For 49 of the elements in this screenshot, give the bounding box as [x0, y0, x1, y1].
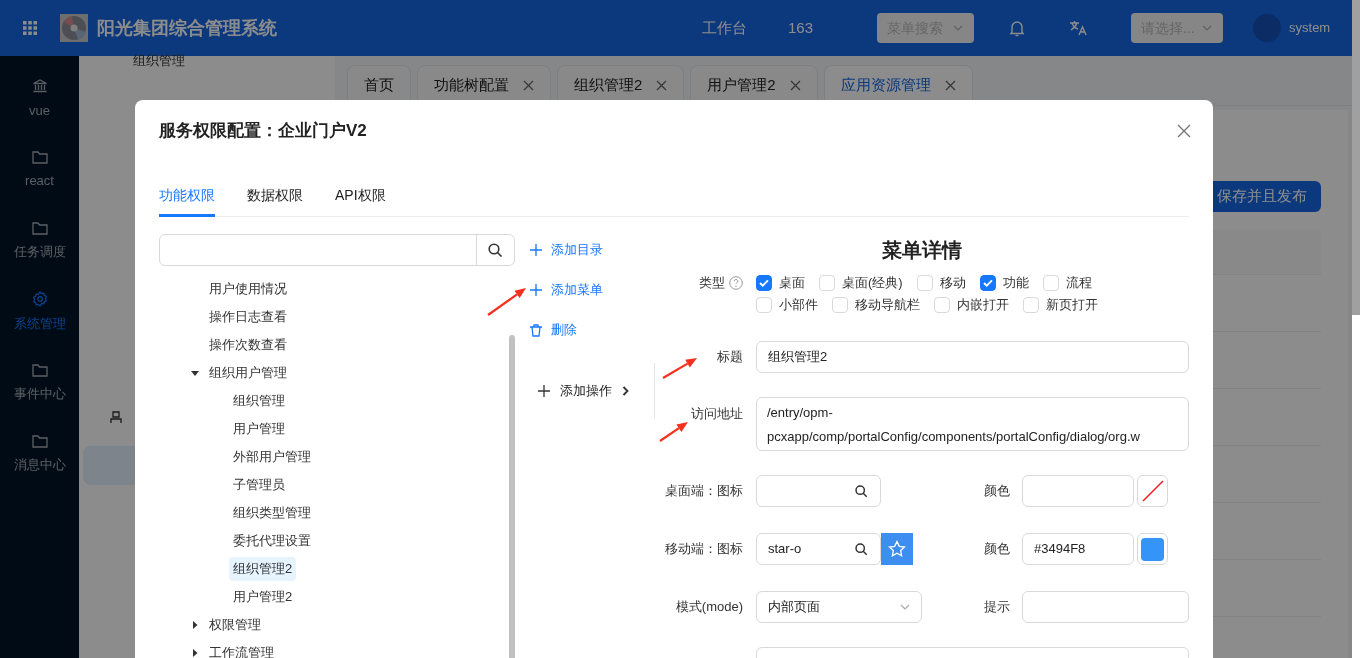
submenu-item[interactable]: 组织管理 — [133, 51, 185, 71]
url-textarea[interactable]: /entry/opm-pcxapp/comp/portalConfig/components/portalConfig/dialog/org.w — [756, 397, 1189, 451]
dialog-tab[interactable]: 功能权限 — [159, 177, 215, 217]
action-menu[interactable]: 添加操作 — [538, 380, 629, 401]
tree-node[interactable]: 外部用户管理 — [229, 445, 315, 469]
checkbox-label: 移动导航栏 — [855, 296, 920, 315]
tree-node[interactable]: 操作日志查看 — [205, 305, 291, 329]
tree-node[interactable]: 组织用户管理 — [205, 361, 291, 385]
checkbox-label: 流程 — [1065, 274, 1092, 293]
field-label: 类型 — [699, 274, 725, 293]
checkbox-label: 内嵌打开 — [957, 296, 1009, 315]
checkbox-label: 桌面(经典) — [842, 274, 903, 293]
tree-node[interactable]: 委托代理设置 — [229, 529, 315, 553]
tree-node[interactable]: 用户管理 — [229, 417, 289, 441]
tree-node[interactable]: 组织类型管理 — [229, 501, 315, 525]
tree-node[interactable]: 组织管理2 — [229, 557, 297, 581]
app-title: 阳光集团综合管理系统 — [97, 16, 277, 40]
action-link[interactable]: 删除 — [530, 314, 577, 346]
field-label: 访问地址 — [690, 405, 743, 423]
count-text: 163 — [788, 17, 814, 38]
dialog-tab[interactable]: API权限 — [335, 177, 386, 217]
icon-input[interactable]: star-o — [756, 533, 881, 565]
tree-node[interactable]: 工作流管理 — [205, 641, 278, 658]
dialog-title: 服务权限配置：企业门户V2 — [159, 120, 367, 143]
checkbox-label: 功能 — [1002, 274, 1029, 293]
checkbox-label: 移动 — [939, 274, 966, 293]
field-label: 模式(mode) — [674, 598, 743, 617]
field-label: 颜色 — [983, 482, 1010, 501]
checkbox-label: 新页打开 — [1046, 296, 1098, 315]
action-link[interactable]: 添加目录 — [530, 234, 603, 266]
form-title: 菜单详情 — [881, 238, 963, 263]
tree-node[interactable]: 子管理员 — [229, 473, 289, 497]
tree-node[interactable]: 用户使用情况 — [205, 277, 291, 301]
color-input[interactable]: #3494F8 — [1022, 533, 1134, 565]
tree-node[interactable]: 权限管理 — [205, 613, 265, 637]
tree-node[interactable]: 用户管理2 — [229, 585, 297, 609]
field-label: 颜色 — [983, 540, 1010, 559]
field-label: 提示 — [983, 598, 1010, 617]
title-input[interactable]: 组织管理2 — [756, 341, 1189, 373]
dialog-tab[interactable]: 数据权限 — [247, 177, 303, 217]
tree-node[interactable]: 组织管理 — [229, 389, 289, 413]
action-link[interactable]: 添加菜单 — [530, 274, 603, 306]
checkbox-label: 桌面 — [779, 274, 805, 293]
checkbox-label: 小部件 — [779, 296, 818, 315]
field-label: 标题 — [716, 348, 743, 367]
field-label: 移动端：图标 — [664, 540, 743, 559]
field-label: 桌面端：图标 — [664, 482, 743, 501]
mode-select[interactable]: 内部页面 — [756, 591, 922, 623]
tree-node[interactable]: 操作次数查看 — [205, 333, 291, 357]
